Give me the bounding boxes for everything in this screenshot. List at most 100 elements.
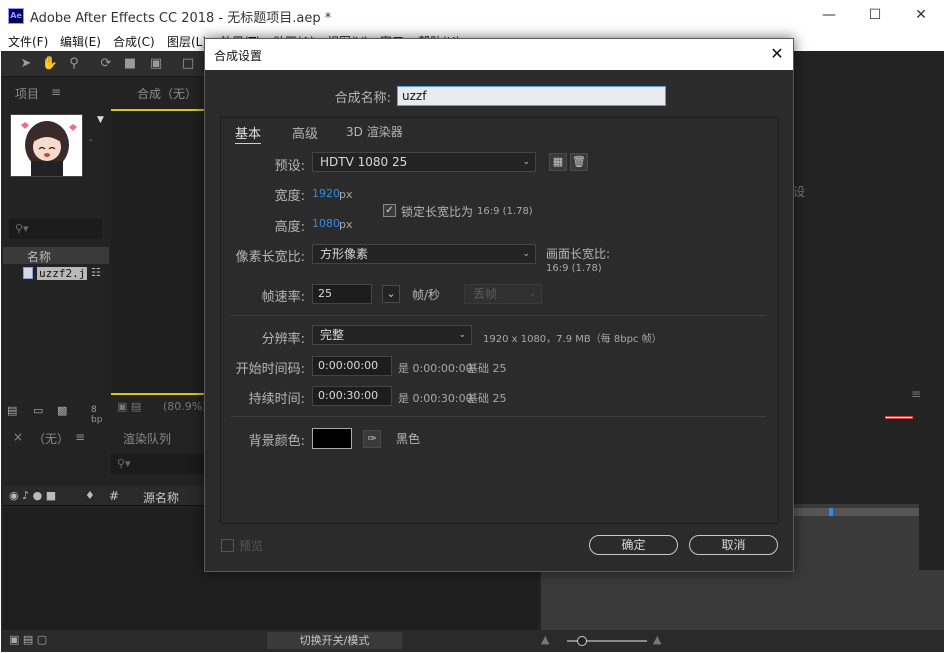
chevron-down-icon: ⌄ <box>522 157 530 167</box>
project-column-header: 名称 <box>3 247 109 264</box>
bg-color-label: 背景颜色: <box>248 434 305 449</box>
zoom-tool-icon[interactable]: ⚲ <box>65 55 83 73</box>
zoom-in-icon[interactable]: ▲ <box>653 633 661 646</box>
timeline-menu-icon[interactable]: ≡ <box>75 430 85 444</box>
time-navigator[interactable] <box>793 508 919 516</box>
panel-menu-icon[interactable]: ≡ <box>51 85 61 99</box>
composition-viewer[interactable] <box>111 109 205 393</box>
ok-button[interactable]: 确定 <box>589 535 678 555</box>
bg-color-swatch[interactable] <box>312 428 352 449</box>
right-panel-menu-icon[interactable]: ≡ <box>911 387 921 401</box>
width-value[interactable]: 1920 <box>312 187 340 200</box>
pan-behind-tool-icon[interactable]: ▣ <box>147 55 165 73</box>
eyedropper-icon[interactable]: ✑ <box>363 430 381 448</box>
chevron-down-icon: ⌄ <box>522 249 530 259</box>
menu-file[interactable]: 文件(F) <box>8 33 48 50</box>
zoom-out-icon[interactable]: ▲ <box>541 633 549 646</box>
render-queue-tab[interactable]: 渲染队列 <box>123 430 171 447</box>
duration-input[interactable]: 0:00:30:00 <box>312 386 392 406</box>
playhead-marker[interactable] <box>829 508 833 516</box>
chevron-down-icon: ⌄ <box>458 330 466 340</box>
monitor-icon[interactable]: ▣ ▤ <box>117 400 141 413</box>
settings-panel: 基本 高级 3D 渲染器 预设: HDTV 1080 25 ⌄ ▦ 🗑 宽度: … <box>220 117 779 524</box>
resolution-value: 完整 <box>320 328 345 342</box>
preset-value: HDTV 1080 25 <box>320 155 408 169</box>
column-name-label[interactable]: 名称 <box>27 248 51 265</box>
preview-checkbox[interactable] <box>221 539 234 552</box>
cancel-button[interactable]: 取消 <box>689 535 778 555</box>
menu-edit[interactable]: 编辑(E) <box>60 33 101 50</box>
start-timecode-is: 是 0:00:00:00 <box>398 362 473 375</box>
timeline-graph-lower <box>541 570 944 630</box>
lock-aspect-checkbox[interactable]: ✓ <box>383 204 396 217</box>
timeline-footer: ▣ ▤ ▢ 切换开关/模式 ▲ ▲ <box>1 630 944 652</box>
minimize-icon[interactable]: — <box>806 0 852 31</box>
label-tag-icon[interactable]: ♦ <box>85 489 95 502</box>
tab-basic[interactable]: 基本 <box>235 123 262 144</box>
image-file-icon <box>23 267 33 279</box>
close-icon[interactable]: ✕ <box>898 0 944 31</box>
resolution-dropdown[interactable]: 完整 ⌄ <box>312 325 472 345</box>
color-indicator <box>885 416 913 419</box>
project-tab[interactable]: 项目 <box>15 85 39 102</box>
thumbnail-info-dash: - <box>89 135 93 146</box>
bg-color-name: 黑色 <box>396 432 421 446</box>
menu-composition[interactable]: 合成(C) <box>113 33 155 50</box>
camera-tool-icon[interactable]: ■ <box>121 55 139 73</box>
resolution-label: 分辨率: <box>261 332 305 347</box>
project-item-row[interactable]: uzzf2.j ☷ <box>3 266 109 283</box>
tab-3d-renderer[interactable]: 3D 渲染器 <box>346 123 403 140</box>
frame-rate-dropdown-icon[interactable]: ⌄ <box>382 285 400 303</box>
selection-tool-icon[interactable]: ➤ <box>17 55 35 73</box>
bit-depth-label[interactable]: 8 bp <box>91 405 109 425</box>
column-number[interactable]: # <box>109 489 119 503</box>
timeline-close-icon[interactable]: × <box>13 430 23 444</box>
new-composition-icon[interactable]: ▩ <box>57 404 67 417</box>
dialog-close-icon[interactable]: ✕ <box>765 42 789 66</box>
interpret-footage-icon[interactable]: ▤ <box>7 404 17 417</box>
project-panel: 项目 ≡ ▼ - ⚲▾ 名称 uzzf2.j ☷ ▤ ▭ ▩ 8 bp <box>3 79 109 425</box>
delete-preset-icon[interactable]: 🗑 <box>570 153 588 171</box>
hand-tool-icon[interactable]: ✋ <box>41 55 59 73</box>
zoom-slider-knob[interactable] <box>577 636 587 646</box>
rectangle-tool-icon[interactable]: □ <box>179 55 197 73</box>
flowchart-icon[interactable]: ☷ <box>91 266 101 279</box>
timeline-footer-icons[interactable]: ▣ ▤ ▢ <box>9 633 47 646</box>
maximize-icon[interactable]: ☐ <box>852 0 898 31</box>
frame-aspect-value: 16:9 (1.78) <box>546 263 602 274</box>
project-item-name[interactable]: uzzf2.j <box>37 267 88 280</box>
start-timecode-input[interactable]: 0:00:00:00 <box>312 356 392 376</box>
lock-aspect-value: 16:9 (1.78) <box>477 206 533 217</box>
height-value[interactable]: 1080 <box>312 217 340 230</box>
toggle-switches-modes-button[interactable]: 切换开关/模式 <box>267 632 402 649</box>
timeline-search-input[interactable]: ⚲▾ <box>111 454 204 474</box>
composition-tab[interactable]: 合成（无） <box>137 85 197 102</box>
viewer-highlight-bar <box>111 393 205 395</box>
duration-is: 是 0:00:30:00 <box>398 392 473 405</box>
pixel-aspect-label: 像素长宽比: <box>235 250 305 265</box>
start-timecode-label: 开始时间码: <box>235 362 305 377</box>
resolution-info: 1920 x 1080，7.9 MB（每 8bpc 帧） <box>483 334 662 345</box>
frame-rate-input[interactable]: 25 <box>312 284 372 304</box>
divider <box>231 315 766 316</box>
preset-dropdown[interactable]: HDTV 1080 25 ⌄ <box>312 152 536 172</box>
frame-rate-label: 帧速率: <box>261 290 305 305</box>
new-folder-icon[interactable]: ▭ <box>33 404 43 417</box>
save-preset-icon[interactable]: ▦ <box>549 153 567 171</box>
window-titlebar: Ae Adobe After Effects CC 2018 - 无标题项目.a… <box>0 0 945 31</box>
rotate-tool-icon[interactable]: ⟳ <box>97 55 115 73</box>
comp-name-input[interactable]: uzzf <box>397 86 666 106</box>
thumbnail-menu-chevron-icon[interactable]: ▼ <box>97 115 104 125</box>
av-features-icons[interactable]: ◉ ♪ ● ■ <box>9 489 56 502</box>
timeline-tab[interactable]: （无） <box>33 430 69 447</box>
project-search-input[interactable]: ⚲▾ <box>9 219 102 239</box>
menu-layer[interactable]: 图层(L) <box>167 33 207 50</box>
pixel-aspect-dropdown[interactable]: 方形像素 ⌄ <box>312 244 536 264</box>
drop-frame-value: 丢帧 <box>473 287 498 301</box>
zoom-level[interactable]: (80.9%) <box>163 400 207 413</box>
zoom-slider[interactable] <box>567 636 647 646</box>
tab-advanced[interactable]: 高级 <box>292 123 318 142</box>
width-unit: px <box>339 188 353 201</box>
preview-label: 预览 <box>239 539 264 553</box>
column-source-name[interactable]: 源名称 <box>143 489 179 506</box>
